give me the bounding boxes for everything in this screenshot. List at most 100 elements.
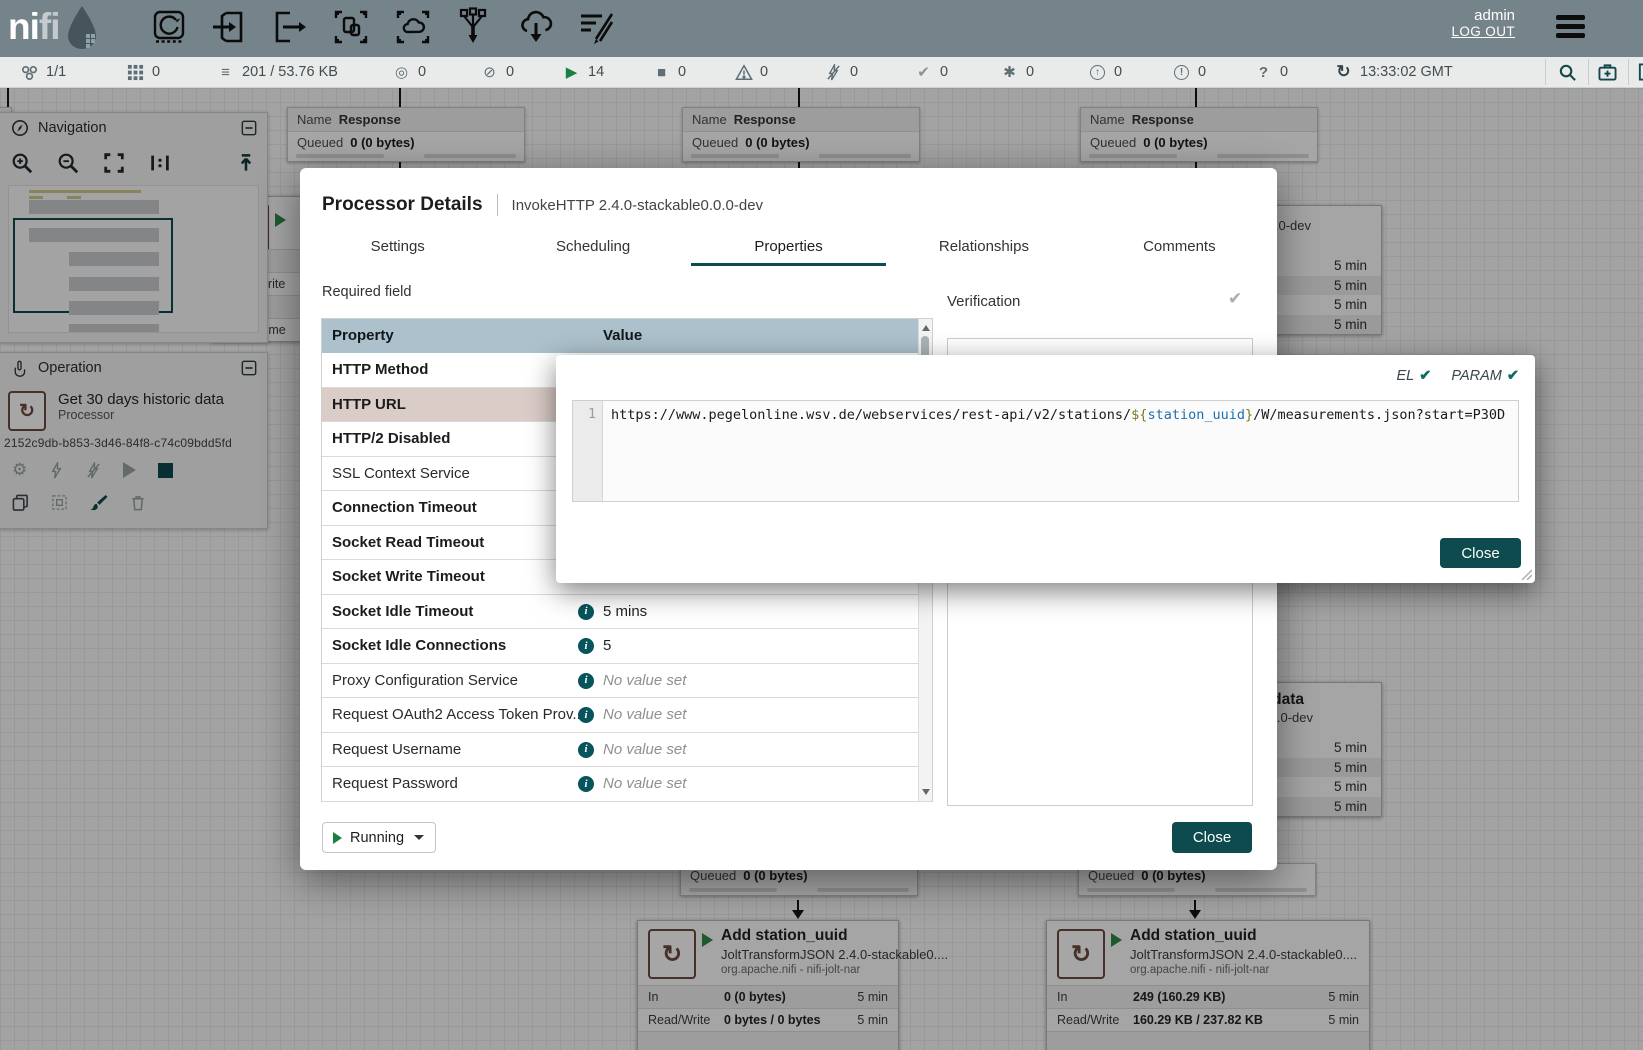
processor-tool-icon[interactable] <box>149 7 189 47</box>
settings-icon[interactable] <box>1598 63 1617 82</box>
divider <box>1628 59 1629 85</box>
last-refreshed-time: 13:33:02 GMT <box>1360 64 1453 80</box>
global-menu-icon[interactable] <box>1556 15 1585 42</box>
value-code-editor[interactable]: 1 https://www.pegelonline.wsv.de/webserv… <box>572 400 1519 502</box>
remote-process-group-tool-icon[interactable] <box>393 7 433 47</box>
search-icon[interactable] <box>1558 63 1577 82</box>
process-group-tool-icon[interactable] <box>331 7 371 47</box>
info-icon: i <box>578 638 594 654</box>
not-transmitting-icon: ⊘ <box>480 63 499 82</box>
el-supported-indicator: EL✔ <box>1396 368 1431 384</box>
not-transmitting-count: 0 <box>506 64 514 80</box>
column-property: Property <box>332 319 394 353</box>
logo-text: fi <box>39 6 60 48</box>
value-code-line[interactable]: https://www.pegelonline.wsv.de/webservic… <box>603 401 1518 501</box>
funnel-tool-icon[interactable] <box>453 7 493 47</box>
dialog-title: Processor Details <box>322 194 483 216</box>
running-count: 14 <box>588 64 604 80</box>
divider <box>1545 59 1546 85</box>
divider <box>497 194 498 216</box>
property-value-editor: EL✔ PARAM✔ 1 https://www.pegelonline.wsv… <box>556 355 1535 583</box>
transmitting-icon: ◎ <box>392 63 411 82</box>
nifi-drop-icon <box>62 4 102 50</box>
up-to-date-count: 0 <box>940 64 948 80</box>
table-row[interactable]: Request PasswordiNo value set <box>322 767 932 802</box>
stale-count: 0 <box>1114 64 1122 80</box>
table-row[interactable]: Request OAuth2 Access Token Prov...iNo v… <box>322 698 932 733</box>
stopped-icon: ■ <box>652 63 671 82</box>
info-icon: i <box>578 707 594 723</box>
input-port-tool-icon[interactable] <box>209 7 249 47</box>
disabled-count: 0 <box>850 64 858 80</box>
running-icon: ▶ <box>562 63 581 82</box>
resize-grip[interactable] <box>1518 566 1532 580</box>
logo-text: ni <box>8 6 39 48</box>
locally-modified-stale-count: 0 <box>1198 64 1206 80</box>
status-bar: 1/1 0 ≡ 201 / 53.76 KB ◎ 0 ⊘ 0 ▶ 14 ■ 0 0 0 ✔… <box>0 57 1643 88</box>
invalid-icon <box>734 63 753 82</box>
dialog-tabs: Settings Scheduling Properties Relations… <box>300 232 1277 266</box>
required-field-label: Required field <box>322 284 411 300</box>
table-row[interactable]: Socket Idle Timeouti5 mins <box>322 595 932 630</box>
transmitting-count: 0 <box>418 64 426 80</box>
document-icon[interactable] <box>1636 63 1643 82</box>
locally-modified-icon: ✱ <box>1000 63 1019 82</box>
tab-relationships[interactable]: Relationships <box>886 232 1081 266</box>
logout-link[interactable]: LOG OUT <box>1451 24 1515 39</box>
run-status-label: Running <box>350 830 404 846</box>
up-to-date-icon: ✔ <box>914 63 933 82</box>
column-value: Value <box>603 319 642 353</box>
run-status-button[interactable]: Running <box>322 822 436 853</box>
dialog-close-button[interactable]: Close <box>1172 822 1252 853</box>
app-header: nifi admin <box>0 0 1643 57</box>
locally-modified-count: 0 <box>1026 64 1034 80</box>
verification-label: Verification <box>947 293 1020 310</box>
queued-icon: ≡ <box>216 63 235 82</box>
running-icon <box>333 832 342 844</box>
queued-stats: 201 / 53.76 KB <box>242 64 338 80</box>
line-number-gutter: 1 <box>573 401 603 501</box>
stale-icon: ↑ <box>1088 63 1107 82</box>
label-tool-icon[interactable] <box>576 7 616 47</box>
verification-check-icon[interactable]: ✔ <box>1228 289 1242 309</box>
tab-properties[interactable]: Properties <box>691 232 886 266</box>
info-icon: i <box>578 776 594 792</box>
editor-close-button[interactable]: Close <box>1440 538 1521 568</box>
table-row[interactable]: Proxy Configuration ServiceiNo value set <box>322 664 932 699</box>
invalid-count: 0 <box>760 64 768 80</box>
table-row[interactable]: Socket Idle Connectionsi5 <box>322 629 932 664</box>
current-user: admin <box>1451 7 1515 24</box>
el-brace: } <box>1245 407 1253 423</box>
table-row[interactable]: Request UsernameiNo value set <box>322 733 932 768</box>
cluster-icon <box>20 63 39 82</box>
refresh-icon[interactable]: ↻ <box>1334 63 1353 82</box>
info-icon: i <box>578 604 594 620</box>
info-icon: i <box>578 673 594 689</box>
sync-failure-icon: ? <box>1254 63 1273 82</box>
properties-table-header: Property Value <box>322 319 932 353</box>
check-icon: ✔ <box>1419 368 1431 384</box>
tab-settings[interactable]: Settings <box>300 232 495 266</box>
dialog-subtitle: InvokeHTTP 2.4.0-stackable0.0.0-dev <box>512 197 764 214</box>
tab-comments[interactable]: Comments <box>1082 232 1277 266</box>
stopped-count: 0 <box>678 64 686 80</box>
el-brace: ${ <box>1131 407 1147 423</box>
thread-pool-icon <box>126 63 145 82</box>
scroll-up-icon[interactable] <box>922 325 930 331</box>
info-icon: i <box>578 742 594 758</box>
param-supported-indicator: PARAM✔ <box>1451 368 1519 384</box>
cluster-count: 1/1 <box>46 64 66 80</box>
template-download-tool-icon[interactable] <box>516 7 556 47</box>
nifi-logo[interactable]: nifi <box>8 4 102 50</box>
scroll-down-icon[interactable] <box>922 789 930 795</box>
check-icon: ✔ <box>1507 368 1519 384</box>
sync-failure-count: 0 <box>1280 64 1288 80</box>
output-port-tool-icon[interactable] <box>269 7 309 47</box>
disabled-icon <box>824 63 843 82</box>
tab-scheduling[interactable]: Scheduling <box>495 232 690 266</box>
el-variable: station_uuid <box>1147 407 1245 423</box>
nifi-app: NameResponse Queued0 (0 bytes) NameRespo… <box>0 0 1643 1050</box>
thread-count: 0 <box>152 64 160 80</box>
chevron-down-icon <box>414 835 424 840</box>
locally-modified-stale-icon: ! <box>1172 63 1191 82</box>
